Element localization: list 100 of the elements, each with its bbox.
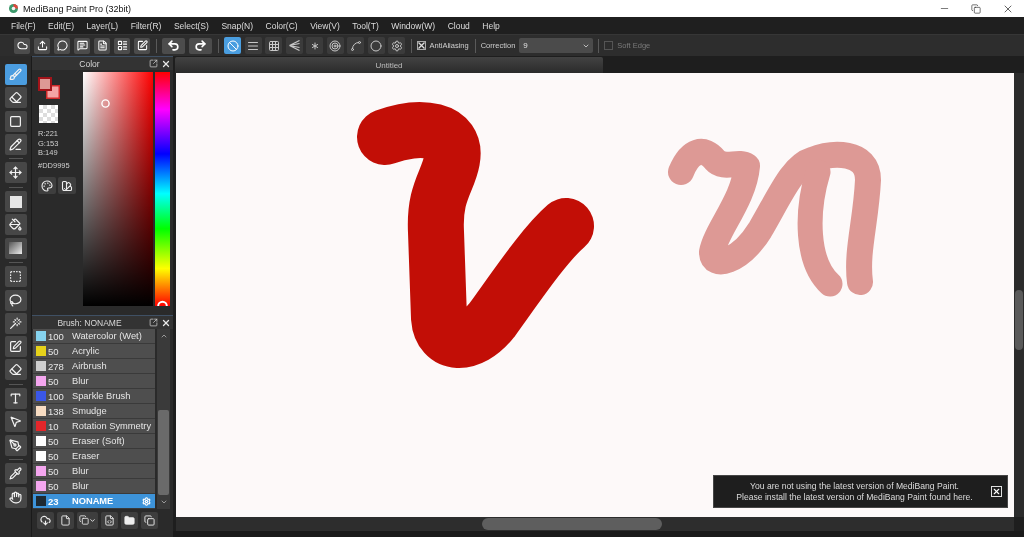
menu-item[interactable]: Help [482, 20, 500, 31]
close-button[interactable] [991, 486, 1002, 497]
brush-size: 23 [48, 495, 60, 507]
menu-item[interactable]: Snap(N) [221, 20, 254, 31]
toolbar-button[interactable] [114, 37, 130, 54]
correction-select[interactable]: 9 [519, 38, 594, 53]
palette-button[interactable] [58, 177, 76, 194]
tool-button[interactable] [4, 336, 27, 358]
menu-item[interactable]: File(F) [11, 20, 36, 31]
close-button[interactable] [160, 58, 171, 69]
tool-button[interactable] [4, 110, 27, 132]
undo-button[interactable] [162, 37, 185, 54]
tool-button[interactable] [4, 289, 27, 311]
brush-list-item[interactable]: 50 Blur [33, 374, 155, 389]
square-pen-icon [9, 340, 22, 354]
tool-button[interactable] [4, 359, 27, 381]
tool-button[interactable] [4, 64, 27, 85]
tool-button[interactable] [4, 133, 27, 155]
menu-item[interactable]: Color(C) [265, 20, 298, 31]
menu-item[interactable]: Edit(E) [48, 20, 75, 31]
upload-icon [36, 40, 48, 51]
menu-item[interactable]: Tool(T) [352, 20, 379, 31]
tool-button[interactable] [4, 463, 27, 485]
snap-button[interactable] [388, 37, 405, 54]
tool-button[interactable] [4, 312, 27, 334]
brush-size: 50 [48, 435, 60, 447]
toolbar-button[interactable] [34, 37, 50, 54]
menu-item[interactable]: Select(S) [173, 20, 209, 31]
menu-item[interactable]: View(V) [310, 20, 340, 31]
brush-list-item[interactable]: 138 Smudge [33, 404, 155, 419]
caret-down-icon[interactable] [159, 498, 168, 506]
tool-button[interactable] [4, 388, 27, 410]
snap-button[interactable] [244, 37, 262, 54]
tool-button[interactable] [4, 191, 27, 213]
hue-slider[interactable] [155, 72, 170, 306]
palette-button[interactable] [38, 177, 56, 194]
brush-list-item[interactable]: 50 Eraser [33, 449, 155, 464]
panel-button[interactable] [121, 511, 138, 529]
snap-button[interactable] [265, 37, 282, 54]
undo-icon [167, 39, 180, 52]
snap-button[interactable] [285, 37, 303, 54]
canvas[interactable] [176, 73, 1014, 517]
brush-list-item[interactable]: 10 Rotation Symmetry [33, 419, 155, 434]
panel-button[interactable] [57, 511, 74, 529]
brush-list-item[interactable]: 50 Eraser (Soft) [33, 434, 155, 449]
snap-button[interactable] [347, 37, 364, 54]
toolbar-button[interactable] [94, 37, 110, 54]
snap-button[interactable] [326, 37, 344, 54]
tool-button[interactable] [4, 411, 27, 433]
brush-size: 50 [48, 375, 60, 387]
snap-button[interactable] [306, 37, 323, 54]
settings-icon[interactable] [142, 496, 151, 506]
menu-item[interactable]: Layer(L) [86, 20, 119, 31]
brush-list-item[interactable]: 278 Airbrush [33, 359, 155, 374]
scrollbar-thumb[interactable] [1015, 290, 1023, 350]
scrollbar-thumb[interactable] [482, 518, 662, 530]
close-icon [160, 317, 171, 328]
eraser-icon [9, 363, 22, 377]
panel-button[interactable] [37, 511, 54, 529]
pop-out-button[interactable] [148, 58, 159, 69]
primary-color-swatch[interactable] [38, 77, 52, 91]
hue-ring-icon[interactable] [157, 298, 168, 306]
tool-button[interactable] [4, 237, 27, 259]
toolbar-button[interactable] [14, 37, 30, 54]
panel-button[interactable] [101, 511, 118, 529]
brush-size: 138 [48, 405, 65, 417]
tool-button[interactable] [4, 434, 27, 456]
pop-out-button[interactable] [148, 317, 159, 328]
redo-button[interactable] [189, 37, 212, 54]
brush-list-item[interactable]: 50 Acrylic [33, 344, 155, 359]
menu-item[interactable]: Cloud [447, 20, 470, 31]
folder-icon [124, 514, 135, 526]
scrollbar-thumb[interactable] [158, 410, 169, 495]
tool-button[interactable] [4, 266, 27, 288]
menu-item[interactable]: Filter(R) [130, 20, 162, 31]
brush-list-item[interactable]: 100 Watercolor (Wet) [33, 329, 155, 344]
close-button[interactable] [160, 317, 171, 328]
brush-list-item[interactable]: 50 Blur [33, 464, 155, 479]
brush-size: 278 [48, 360, 65, 372]
transparent-swatch-icon[interactable] [39, 105, 58, 123]
tool-button[interactable] [4, 214, 27, 236]
color-field[interactable] [83, 72, 153, 306]
tool-button[interactable] [4, 87, 27, 109]
panel-button[interactable] [141, 511, 158, 529]
brush-list-item[interactable]: 100 Sparkle Brush [33, 389, 155, 404]
menu-item[interactable]: Window(W) [391, 20, 436, 31]
brush-list-item[interactable]: 50 Blur [33, 479, 155, 494]
picker-ring-icon[interactable] [101, 99, 110, 108]
curve-icon [349, 39, 362, 52]
panel-button[interactable] [77, 511, 98, 529]
checkbox[interactable] [416, 41, 426, 50]
document-tab[interactable]: Untitled [175, 57, 603, 73]
tool-button[interactable] [4, 162, 27, 184]
tool-button[interactable] [4, 486, 27, 508]
toolbar-button[interactable] [74, 37, 90, 54]
pointer-icon [9, 415, 22, 429]
toolbar-button[interactable] [134, 37, 150, 54]
caret-up-icon[interactable] [159, 332, 168, 340]
snap-button[interactable] [367, 37, 385, 54]
toolbar-button[interactable] [54, 37, 70, 54]
